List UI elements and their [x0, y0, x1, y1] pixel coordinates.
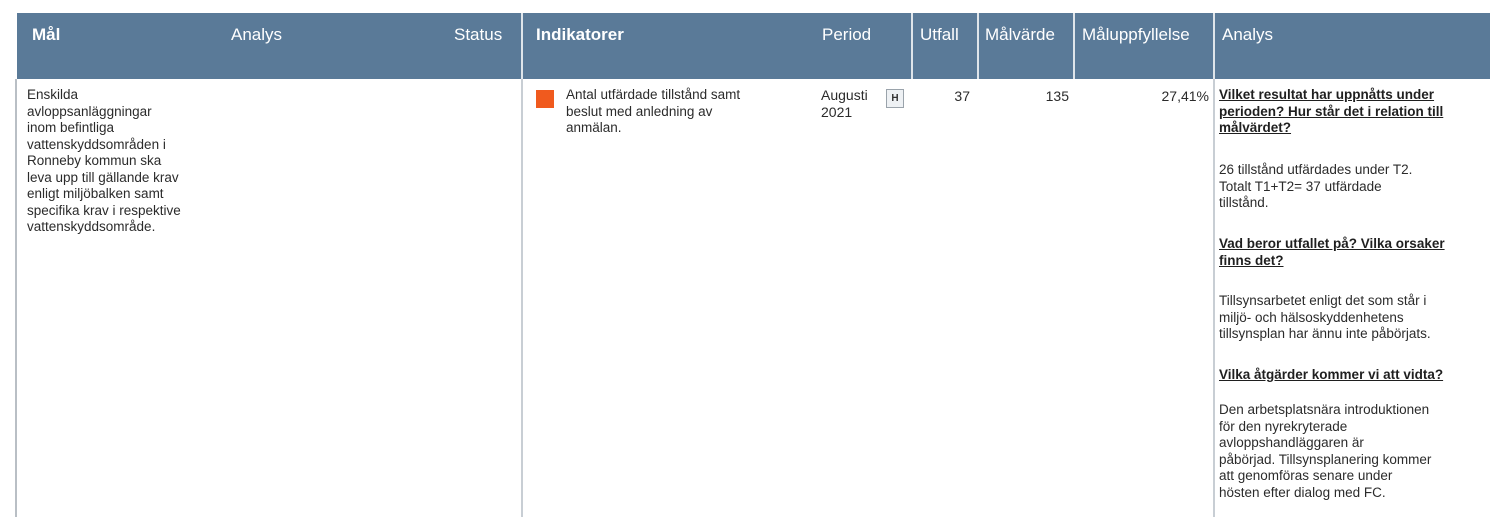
analysis-answer-3: Den arbetsplatsnära introduktionen för d… [1219, 402, 1432, 500]
status-indicator-red [536, 90, 554, 108]
header-mal: Mål [32, 25, 61, 44]
header-divider [977, 13, 979, 79]
header-divider [1073, 13, 1075, 79]
table-left-border [15, 79, 17, 517]
header-analys-right: Analys [1222, 25, 1274, 44]
header-divider [1213, 13, 1215, 79]
analysis-answer-1: 26 tillstånd utfärdades under T2. Totalt… [1219, 162, 1413, 210]
analysis-answer-2: Tillsynsarbetet enligt det som står i mi… [1219, 293, 1431, 341]
header-period: Period [822, 25, 872, 44]
analysis-question-2: Vad beror utfallet på? Vilka orsaker fin… [1219, 236, 1445, 268]
header-divider [521, 13, 523, 79]
header-indikatorer: Indikatorer [536, 25, 624, 44]
header-divider [911, 13, 913, 79]
header-status: Status [454, 25, 503, 44]
maluppfyllelse-value: 27,41% [1161, 88, 1209, 104]
goal-text: Enskilda avloppsanläggningar inom befint… [27, 87, 181, 234]
goal-table: Mål Analys Status Indikatorer Period Utf… [0, 0, 1490, 517]
analysis-question-3: Vilka åtgärder kommer vi att vidta? [1219, 367, 1444, 382]
header-utfall: Utfall [920, 25, 959, 44]
analysis-question-1: Vilket resultat har uppnåtts under perio… [1219, 87, 1444, 135]
header-malvarde: Målvärde [985, 25, 1055, 44]
header-maluppfyllelse: Måluppfyllelse [1082, 25, 1190, 44]
column-divider [1213, 79, 1215, 517]
period-trend-icon[interactable]: H [886, 89, 904, 108]
utfall-value: 37 [954, 88, 970, 104]
period-text: Augusti 2021 [821, 87, 868, 120]
column-divider [521, 79, 523, 517]
header-analys: Analys [231, 25, 283, 44]
indicator-text: Antal utfärdade tillstånd samt beslut me… [566, 87, 741, 135]
malvarde-value: 135 [1045, 88, 1069, 104]
